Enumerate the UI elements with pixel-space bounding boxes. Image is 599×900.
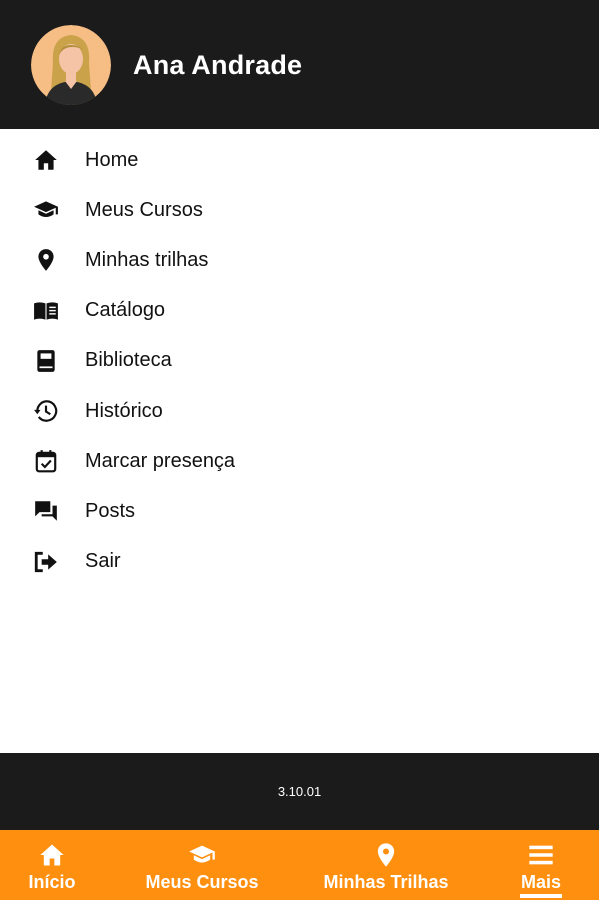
tab-label: Meus Cursos bbox=[145, 872, 259, 892]
user-name: Ana Andrade bbox=[133, 50, 303, 80]
tab-label: Mais bbox=[520, 872, 562, 892]
drawer-menu: Home Meus Cursos Minhas trilhas Catálogo… bbox=[0, 135, 599, 587]
menu-item-sair[interactable]: Sair bbox=[0, 537, 599, 587]
app-version: 3.10.01 bbox=[277, 784, 322, 799]
map-pin-icon bbox=[33, 247, 59, 273]
avatar-illustration bbox=[31, 25, 111, 105]
chat-bubbles-icon bbox=[33, 498, 59, 524]
calendar-check-icon bbox=[33, 448, 59, 474]
menu-item-home[interactable]: Home bbox=[0, 135, 599, 185]
menu-item-catalogo[interactable]: Catálogo bbox=[0, 286, 599, 336]
hamburger-menu-icon bbox=[527, 840, 555, 870]
menu-item-biblioteca[interactable]: Biblioteca bbox=[0, 336, 599, 386]
home-icon bbox=[33, 147, 59, 173]
tab-inicio[interactable]: Início bbox=[14, 830, 90, 900]
tab-label: Início bbox=[28, 872, 76, 892]
menu-item-label: Meus Cursos bbox=[85, 198, 203, 221]
menu-item-label: Biblioteca bbox=[85, 349, 172, 372]
tab-meus-cursos[interactable]: Meus Cursos bbox=[142, 830, 262, 900]
menu-item-label: Minhas trilhas bbox=[85, 248, 209, 271]
active-tab-indicator bbox=[520, 894, 562, 898]
open-book-icon bbox=[33, 298, 59, 324]
menu-item-historico[interactable]: Histórico bbox=[0, 386, 599, 436]
book-icon bbox=[33, 348, 59, 374]
menu-item-meus-cursos[interactable]: Meus Cursos bbox=[0, 185, 599, 235]
profile-header: Ana Andrade bbox=[0, 0, 599, 129]
map-pin-icon bbox=[372, 840, 400, 870]
menu-item-label: Histórico bbox=[85, 399, 163, 422]
tab-mais[interactable]: Mais bbox=[512, 830, 570, 900]
home-icon bbox=[37, 840, 67, 870]
logout-icon bbox=[33, 549, 59, 575]
avatar[interactable] bbox=[31, 25, 111, 105]
tab-label: Minhas Trilhas bbox=[323, 872, 449, 892]
menu-item-label: Marcar presença bbox=[85, 449, 236, 472]
graduation-cap-icon bbox=[185, 840, 219, 870]
history-icon bbox=[33, 398, 59, 424]
menu-item-label: Posts bbox=[85, 499, 136, 522]
menu-item-label: Sair bbox=[85, 550, 121, 573]
menu-item-marcar-presenca[interactable]: Marcar presença bbox=[0, 436, 599, 486]
graduation-cap-icon bbox=[33, 197, 59, 223]
tab-minhas-trilhas[interactable]: Minhas Trilhas bbox=[318, 830, 454, 900]
menu-item-minhas-trilhas[interactable]: Minhas trilhas bbox=[0, 235, 599, 285]
menu-item-label: Home bbox=[85, 148, 139, 171]
version-bar: 3.10.01 bbox=[0, 753, 599, 830]
menu-item-posts[interactable]: Posts bbox=[0, 486, 599, 536]
menu-item-label: Catálogo bbox=[85, 299, 166, 322]
bottom-navigation: Início Meus Cursos Minhas Trilhas Mais bbox=[0, 830, 599, 900]
